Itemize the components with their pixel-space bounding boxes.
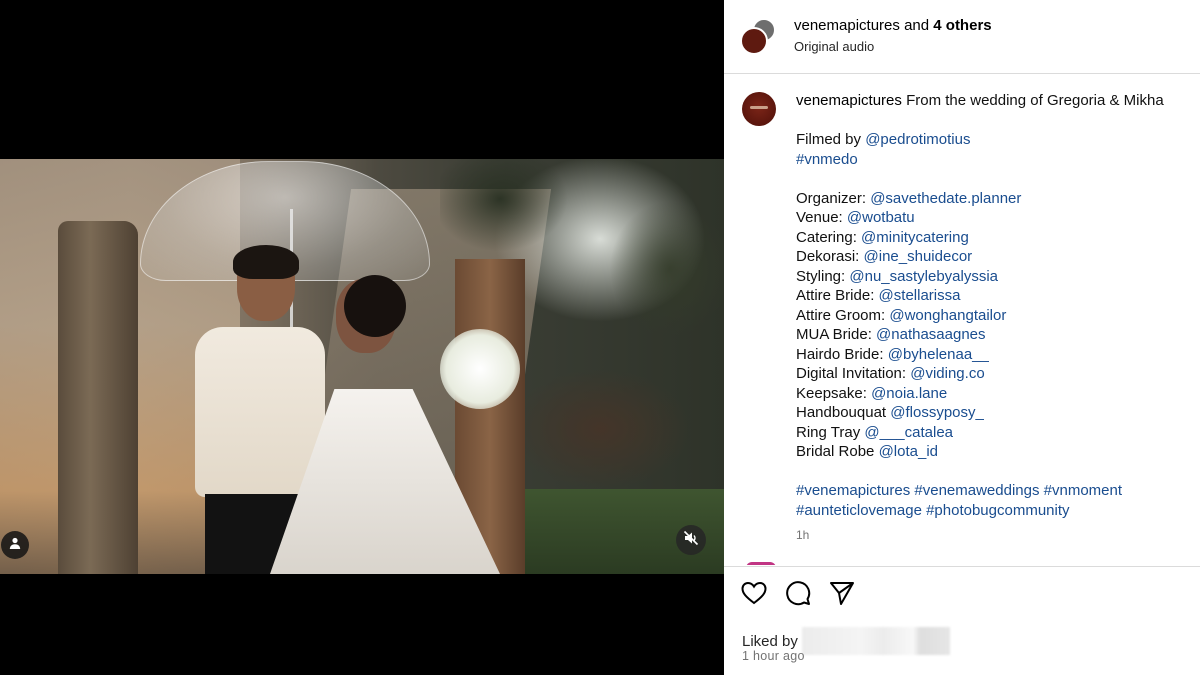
credit-line: Digital Invitation: @viding.co: [796, 364, 1192, 384]
like-button[interactable]: [740, 581, 767, 610]
hashtags-line-1[interactable]: #venemapictures #venemaweddings #vnmomen…: [796, 482, 1122, 499]
credit-label: Ring Tray: [796, 423, 861, 441]
comment-button[interactable]: [784, 580, 811, 611]
credits-list: Organizer: @savethedate.planner Venue: @w…: [796, 189, 1192, 462]
author-avatar[interactable]: [740, 27, 768, 55]
credit-line: Dekorasi: @ine_shuidecor: [796, 247, 1192, 267]
video-bouquet: [440, 329, 520, 409]
filmed-by-handle[interactable]: @pedrotimotius: [865, 131, 970, 148]
credit-handle[interactable]: @stellarissa: [879, 287, 961, 304]
credit-label: Attire Groom:: [796, 306, 886, 324]
caption: venemapictures From the wedding of Grego…: [796, 91, 1192, 546]
credit-line: MUA Bride: @nathasaagnes: [796, 325, 1192, 345]
credit-handle[interactable]: @byhelenaa__: [888, 346, 989, 363]
heart-icon: [740, 581, 767, 610]
caption-scroll-area[interactable]: venemapictures From the wedding of Grego…: [724, 75, 1200, 565]
credit-line: Handbouquat @flossyposy_: [796, 403, 1192, 423]
post-authors: venemapictures and 4 others: [794, 17, 992, 35]
video-bride: [270, 275, 500, 574]
mute-button[interactable]: [676, 525, 706, 555]
liked-by-label: Liked by: [742, 632, 798, 650]
credit-line: Venue: @wotbatu: [796, 208, 1192, 228]
credit-label: Catering:: [796, 228, 857, 246]
send-icon: [829, 581, 855, 610]
credit-handle[interactable]: @lota_id: [879, 443, 938, 460]
filmed-label: Filmed by: [796, 131, 862, 148]
credit-label: Handbouquat: [796, 404, 887, 421]
credit-handle[interactable]: @___catalea: [864, 424, 953, 441]
credit-line: Keepsake: @noia.lane: [796, 384, 1192, 404]
credit-handle[interactable]: @nathasaagnes: [876, 326, 985, 343]
liked-by-redacted: [801, 627, 950, 655]
caption-timestamp[interactable]: 1h: [796, 526, 1192, 546]
credit-handle[interactable]: @ine_shuidecor: [864, 248, 973, 265]
credit-label: Dekorasi:: [796, 248, 860, 265]
credit-line: Catering: @minitycatering: [796, 228, 1192, 248]
comment-icon: [785, 580, 811, 611]
credit-label: Hairdo Bride:: [796, 345, 884, 363]
credit-line: Attire Bride: @stellarissa: [796, 286, 1192, 306]
hashtags-line-2[interactable]: #aunteticlovemage #photobugcommunity: [796, 502, 1070, 519]
credit-label: Venue:: [796, 209, 843, 226]
next-comment-avatar: [746, 562, 776, 565]
hashtag-link[interactable]: #vnmedo: [796, 151, 858, 168]
credit-handle[interactable]: @wotbatu: [847, 209, 915, 226]
post-actions: Liked by 1 hour ago: [724, 566, 1200, 675]
post-time[interactable]: 1 hour ago: [742, 649, 805, 663]
collab-avatars[interactable]: [740, 18, 778, 56]
credit-handle[interactable]: @nu_sastylebyalyssia: [849, 268, 998, 285]
user-tag-button[interactable]: [1, 531, 29, 559]
credit-handle[interactable]: @viding.co: [910, 365, 984, 382]
credit-label: Keepsake:: [796, 384, 867, 402]
post-header: venemapictures and 4 others Original aud…: [724, 0, 1200, 74]
credit-line: Styling: @nu_sastylebyalyssia: [796, 267, 1192, 287]
caption-username[interactable]: venemapictures: [796, 92, 902, 109]
audio-link[interactable]: Original audio: [794, 39, 992, 55]
caption-intro: From the wedding of Gregoria & Mikha: [906, 92, 1164, 109]
credit-handle[interactable]: @flossyposy_: [890, 404, 984, 421]
caption-author-avatar[interactable]: [742, 92, 776, 126]
credit-line: Hairdo Bride: @byhelenaa__: [796, 345, 1192, 365]
muted-speaker-icon: [683, 530, 699, 551]
video-frame[interactable]: [0, 159, 724, 574]
credit-label: Digital Invitation:: [796, 365, 907, 382]
user-tag-icon: [8, 536, 22, 555]
video-stone-pillar: [58, 221, 138, 574]
credit-label: Attire Bride:: [796, 287, 875, 304]
credit-handle[interactable]: @minitycatering: [861, 229, 969, 246]
credit-line: Attire Groom: @wonghangtailor: [796, 306, 1192, 326]
post-side-panel: venemapictures and 4 others Original aud…: [724, 0, 1200, 675]
and-text: and: [904, 17, 930, 34]
credit-handle[interactable]: @wonghangtailor: [889, 307, 1006, 324]
credit-label: Styling:: [796, 267, 846, 285]
credit-handle[interactable]: @noia.lane: [871, 385, 947, 402]
others-link[interactable]: 4 others: [933, 17, 991, 34]
credit-label: MUA Bride:: [796, 326, 872, 343]
reel-media[interactable]: [0, 0, 724, 675]
credit-label: Organizer:: [796, 189, 867, 207]
credit-line: Ring Tray @___catalea: [796, 423, 1192, 443]
credit-line: Organizer: @savethedate.planner: [796, 189, 1192, 209]
author-username[interactable]: venemapictures: [794, 17, 900, 34]
credit-handle[interactable]: @savethedate.planner: [870, 190, 1021, 207]
credit-label: Bridal Robe: [796, 443, 875, 460]
credit-line: Bridal Robe @lota_id: [796, 442, 1192, 462]
share-button[interactable]: [828, 582, 855, 609]
